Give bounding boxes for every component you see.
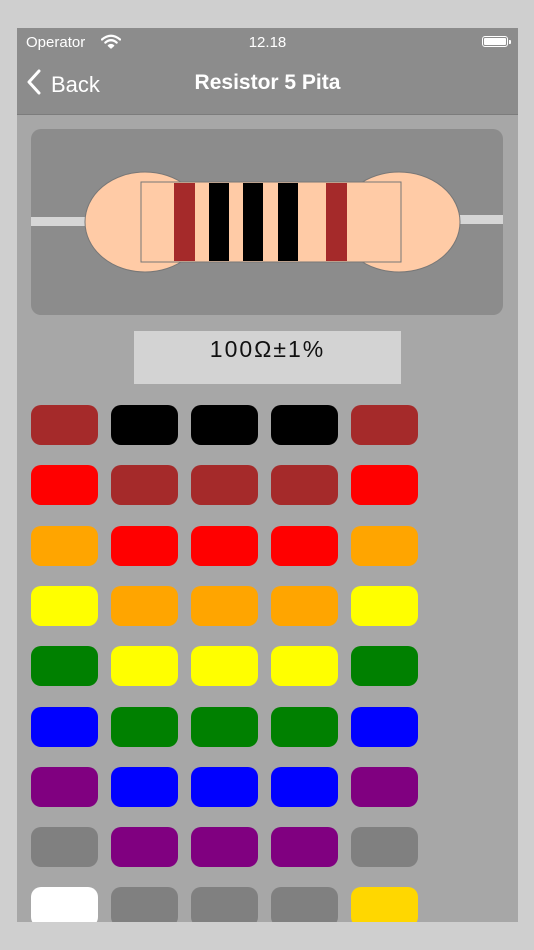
color-swatch-band-5[interactable]	[351, 526, 418, 566]
color-swatch-band-5[interactable]	[351, 887, 418, 922]
color-swatch-band-1[interactable]	[31, 767, 98, 807]
color-swatch-band-1[interactable]	[31, 646, 98, 686]
color-swatch-band-4[interactable]	[271, 707, 338, 747]
color-swatch-band-2[interactable]	[111, 767, 178, 807]
color-swatch-band-4[interactable]	[271, 887, 338, 922]
color-swatch-band-2[interactable]	[111, 465, 178, 505]
color-swatch-band-4[interactable]	[271, 646, 338, 686]
color-swatch-band-2[interactable]	[111, 586, 178, 626]
color-swatch-band-2[interactable]	[111, 405, 178, 445]
color-swatch-band-1[interactable]	[31, 526, 98, 566]
color-swatch-band-1[interactable]	[31, 586, 98, 626]
color-swatch-band-4[interactable]	[271, 767, 338, 807]
color-swatch-band-5[interactable]	[351, 586, 418, 626]
color-swatch-band-4[interactable]	[271, 405, 338, 445]
color-swatch-band-1[interactable]	[31, 887, 98, 922]
color-swatch-band-2[interactable]	[111, 526, 178, 566]
color-swatch-band-1[interactable]	[31, 707, 98, 747]
color-swatch-band-3[interactable]	[191, 586, 258, 626]
color-swatch-band-5[interactable]	[351, 646, 418, 686]
color-swatch-band-3[interactable]	[191, 767, 258, 807]
color-swatch-band-5[interactable]	[351, 707, 418, 747]
color-swatch-band-5[interactable]	[351, 465, 418, 505]
color-swatch-band-5[interactable]	[351, 405, 418, 445]
color-swatch-band-3[interactable]	[191, 707, 258, 747]
color-swatch-band-2[interactable]	[111, 827, 178, 867]
color-swatch-band-3[interactable]	[191, 887, 258, 922]
color-swatch-band-2[interactable]	[111, 646, 178, 686]
color-swatch-band-4[interactable]	[271, 586, 338, 626]
color-swatch-band-3[interactable]	[191, 465, 258, 505]
color-swatch-band-2[interactable]	[111, 887, 178, 922]
color-swatch-band-2[interactable]	[111, 707, 178, 747]
color-swatch-band-5[interactable]	[351, 827, 418, 867]
app-screen: Operator 12.18 Back Resistor 5 Pita 100Ω…	[17, 28, 518, 922]
color-swatch-band-4[interactable]	[271, 827, 338, 867]
color-swatch-band-3[interactable]	[191, 827, 258, 867]
color-swatch-band-4[interactable]	[271, 526, 338, 566]
color-swatch-band-1[interactable]	[31, 827, 98, 867]
color-swatch-band-5[interactable]	[351, 767, 418, 807]
color-swatch-band-1[interactable]	[31, 405, 98, 445]
color-swatch-band-3[interactable]	[191, 526, 258, 566]
color-swatch-band-3[interactable]	[191, 405, 258, 445]
color-swatch-band-3[interactable]	[191, 646, 258, 686]
color-swatch-band-1[interactable]	[31, 465, 98, 505]
color-picker-grid	[17, 28, 518, 922]
color-swatch-band-4[interactable]	[271, 465, 338, 505]
